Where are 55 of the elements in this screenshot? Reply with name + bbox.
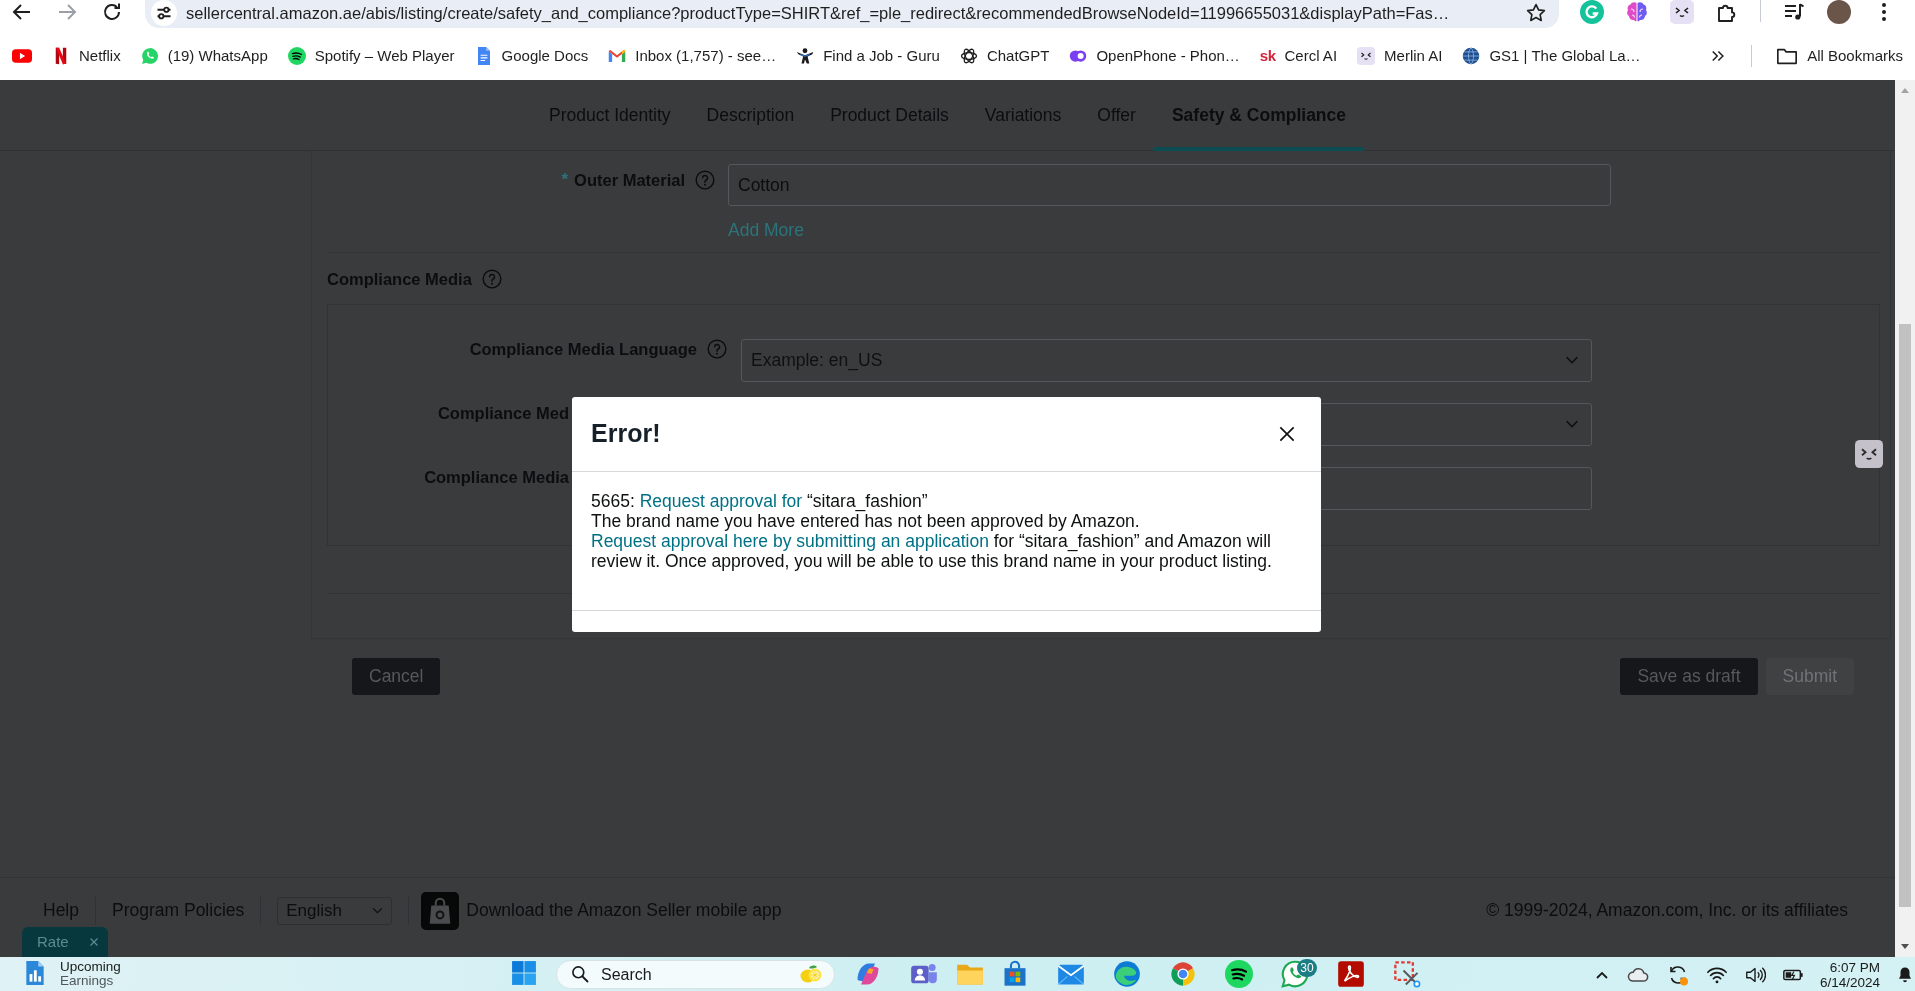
avatar-icon[interactable]	[1827, 0, 1851, 24]
bookmark[interactable]: Netflix	[52, 44, 121, 68]
circle-logo-icon[interactable]	[1169, 960, 1197, 988]
bookmark[interactable]: OpenPhone - Phon…	[1069, 44, 1240, 68]
play-tile-icon[interactable]	[12, 46, 32, 66]
face-tile-icon[interactable]	[1670, 0, 1694, 24]
wave-circle-icon[interactable]	[1113, 960, 1141, 988]
scroll-down-icon[interactable]	[1900, 943, 1910, 951]
dialog-title: Error!	[591, 418, 661, 450]
person-figure-icon	[796, 47, 815, 65]
bookmark[interactable]: All Bookmarks	[1776, 44, 1903, 68]
star-icon[interactable]	[1525, 2, 1547, 24]
bookmark[interactable]: (19) WhatsApp	[140, 44, 268, 68]
bookmark[interactable]: Spotify – Web Player	[287, 44, 455, 68]
bookmark[interactable]: GS1 | The Global La…	[1462, 44, 1641, 68]
brain-icon[interactable]	[1625, 0, 1649, 24]
url-text: sellercentral.amazon.ae/abis/listing/create/safety_and_compliance?productType=SHIRT&ref_=ple_redirect&recommendedBrowseNodeId=11996655031&displayPath=Fas…	[186, 2, 1451, 24]
search-field[interactable]: Search	[556, 960, 835, 989]
bookmark[interactable]: Merlin AI	[1357, 44, 1443, 68]
message-text: The brand name you have entered has not been approved by Amazon. Request approval here by submitting an application for “sitara_fashion” and Amazon will review it. Once approved, you will be able to use this brand name in your product listing.	[591, 511, 1273, 571]
address-bar[interactable]: sellercentral.amazon.ae/abis/listing/create/safety_and_compliance?productType=SHIRT&ref_=ple_redirect&recommendedBrowseNodeId=11996655031&displayPath=Fas…	[145, 0, 1559, 28]
notification-badge: 30	[1297, 959, 1317, 977]
logo-icon: sk	[1259, 44, 1276, 68]
widget-title[interactable]: Upcoming	[60, 960, 121, 974]
atom-icon	[959, 47, 978, 65]
face-tile-icon[interactable]	[1855, 440, 1883, 468]
four-tiles-icon[interactable]	[511, 960, 537, 986]
clock-time[interactable]: 6:07 PM	[1829, 960, 1880, 975]
close-icon[interactable]	[1277, 424, 1297, 444]
document-tile-icon[interactable]	[1337, 960, 1365, 988]
toggle-icon	[1069, 47, 1088, 65]
sound-waves-icon	[287, 47, 306, 65]
bookmark[interactable]: sk Cercl AI	[1259, 44, 1338, 68]
message-text: 5665: Request approval for “sitara_fashion”	[591, 491, 929, 511]
site-info-icon[interactable]	[151, 0, 177, 26]
face-tile-icon	[1357, 47, 1376, 65]
bell-icon[interactable]	[1896, 966, 1914, 984]
bookmark[interactable]: ChatGPT	[959, 44, 1050, 68]
search-icon	[570, 964, 590, 984]
chat-bubble-icon	[140, 47, 159, 65]
bookmark[interactable]: Inbox (1,757) - see…	[608, 44, 777, 68]
rate-tab[interactable]: Rate	[22, 927, 108, 957]
bookmark[interactable]: Find a Job - Guru	[796, 44, 940, 68]
bookmark[interactable]: Google Docs	[474, 44, 589, 68]
crop-scissors-icon[interactable]	[1393, 960, 1421, 988]
link[interactable]: Request approval for	[639, 491, 803, 511]
clock-date[interactable]: 6/14/2024	[1819, 975, 1880, 990]
required-mark: *	[561, 169, 569, 191]
scrollbar-thumb[interactable]	[1899, 324, 1911, 907]
widget-subtitle[interactable]: Earnings	[60, 974, 121, 988]
speaker-icon[interactable]	[1743, 964, 1766, 986]
globe-logo-icon	[1462, 47, 1481, 65]
envelope-icon	[608, 47, 627, 65]
sound-waves-icon[interactable]	[1225, 960, 1253, 988]
link[interactable]: Request approval here by submitting an application	[591, 531, 989, 551]
